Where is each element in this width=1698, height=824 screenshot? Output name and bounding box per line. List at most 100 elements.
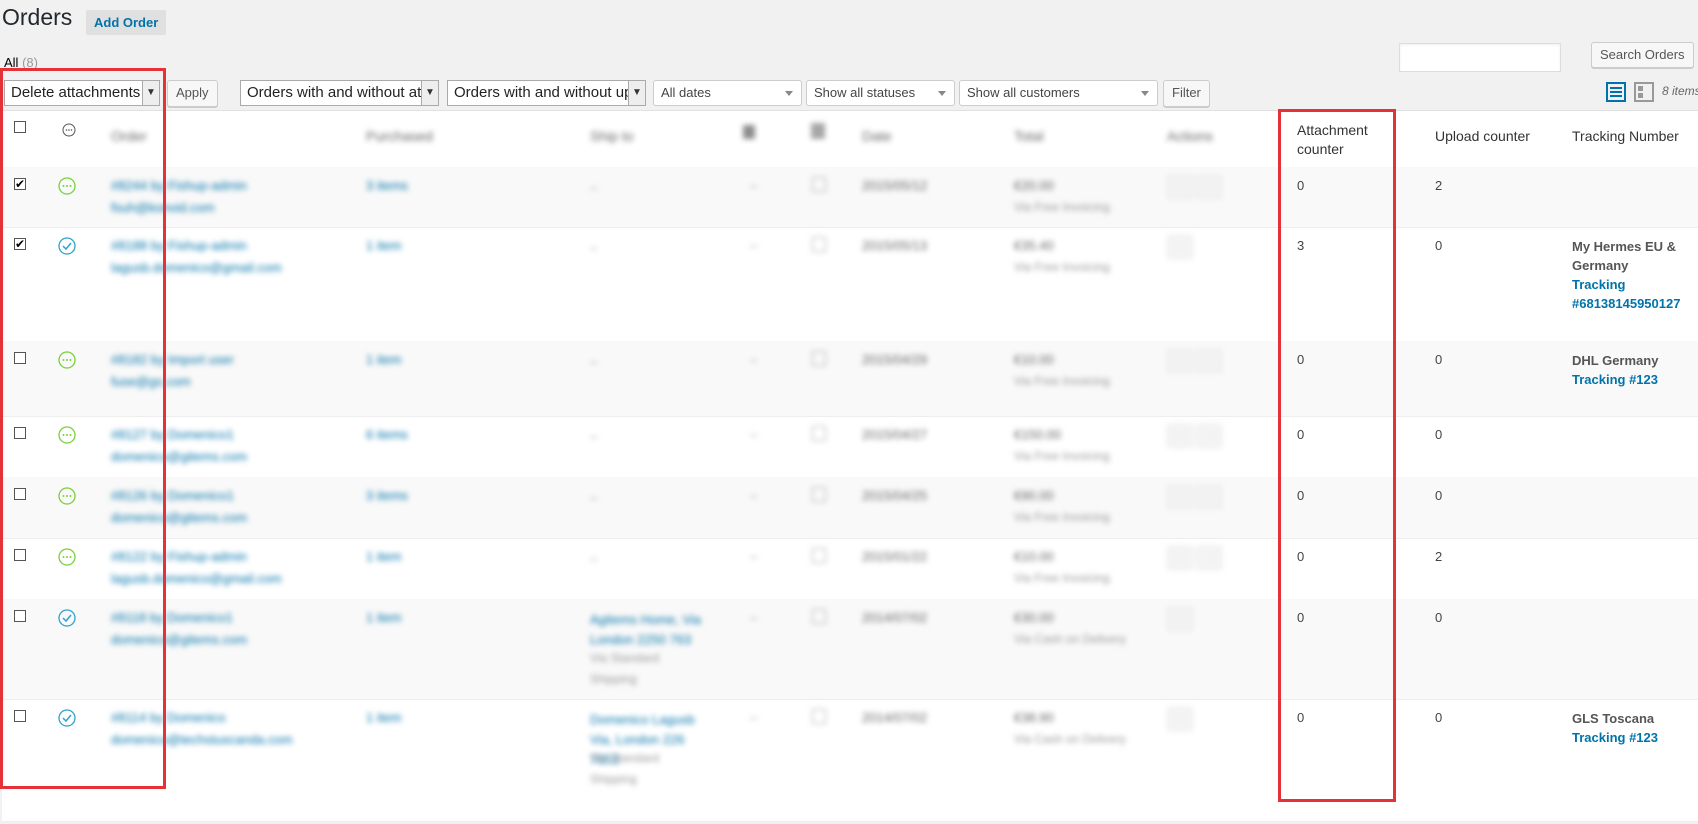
row-checkbox[interactable]: [14, 488, 26, 500]
order-link[interactable]: #8127 by Domenico1: [111, 427, 234, 442]
attachment-counter: 0: [1297, 427, 1305, 442]
ship-to-address: –: [590, 354, 598, 369]
filter-button[interactable]: Filter: [1163, 80, 1210, 107]
order-date: 2015/04/27: [862, 427, 928, 442]
order-link[interactable]: #8122 by Fishup-admin: [111, 549, 247, 564]
customer-message: –: [750, 178, 758, 193]
customer-email-link[interactable]: domenico@gitems.com: [111, 632, 247, 647]
complete-action-icon[interactable]: [1167, 175, 1193, 199]
purchased-items-link[interactable]: 3 items: [366, 488, 408, 503]
purchased-items-link[interactable]: 6 items: [366, 427, 408, 442]
purchased-items-link[interactable]: 1 item: [366, 610, 401, 625]
view-action-icon[interactable]: [1196, 175, 1222, 199]
column-ship-to[interactable]: Ship to: [590, 128, 634, 144]
customer-email-link[interactable]: domenico@gitems.com: [111, 510, 247, 525]
status-filter-value: Show all statuses: [814, 85, 916, 100]
view-action-icon[interactable]: [1196, 546, 1222, 570]
filter-all-link[interactable]: All (8): [4, 55, 38, 70]
attachments-filter-select[interactable]: Orders with and without at ▼: [240, 80, 439, 106]
row-checkbox[interactable]: [14, 427, 26, 439]
apply-button[interactable]: Apply: [167, 80, 218, 107]
row-checkbox[interactable]: [14, 352, 26, 364]
tracking-carrier: GLS Toscana: [1572, 711, 1655, 726]
order-actions[interactable]: [1167, 707, 1196, 734]
status-filter-select[interactable]: Show all statuses: [806, 80, 955, 106]
note-icon: [812, 709, 826, 724]
order-total: €30.00: [1014, 610, 1054, 625]
payment-method: Via Free Invoicing: [1014, 260, 1110, 274]
order-link[interactable]: #8188 by Fishup-admin: [111, 238, 247, 253]
complete-action-icon[interactable]: [1167, 707, 1193, 731]
select-all-checkbox[interactable]: [14, 121, 26, 133]
completed-status-icon: [58, 237, 76, 255]
row-checkbox[interactable]: [14, 549, 26, 561]
row-checkbox[interactable]: ✔: [14, 238, 26, 250]
column-total[interactable]: Total: [1014, 128, 1044, 144]
dates-filter-select[interactable]: All dates: [653, 80, 802, 106]
order-link[interactable]: #8118 by Domenico1: [111, 610, 233, 625]
view-action-icon[interactable]: [1196, 424, 1222, 448]
order-actions[interactable]: [1167, 175, 1225, 202]
order-link[interactable]: #8114 by Domenico: [111, 710, 226, 725]
purchased-items-link[interactable]: 1 item: [366, 238, 401, 253]
row-checkbox[interactable]: ✔: [14, 178, 26, 190]
view-action-icon[interactable]: [1196, 349, 1222, 373]
customer-email-link[interactable]: fsuh@konvid.com: [111, 200, 215, 215]
complete-action-icon[interactable]: [1167, 485, 1193, 509]
order-actions[interactable]: [1167, 485, 1225, 512]
attachment-counter: 0: [1297, 178, 1305, 193]
complete-action-icon[interactable]: [1167, 235, 1193, 259]
payment-method: Via Free Invoicing: [1014, 200, 1110, 214]
column-date[interactable]: Date: [862, 128, 892, 144]
order-actions[interactable]: [1167, 546, 1225, 573]
list-view-icon[interactable]: [1606, 82, 1626, 102]
customer-email-link[interactable]: lagusb.domenico@gmail.com: [111, 571, 282, 586]
customer-email-link[interactable]: fuse@gs.com: [111, 374, 191, 389]
add-order-button[interactable]: Add Order: [86, 10, 167, 35]
column-tracking-number: Tracking Number: [1572, 128, 1679, 144]
order-date: 2014/07/02: [862, 610, 928, 625]
order-link[interactable]: #8126 by Domenico1: [111, 488, 234, 503]
column-order[interactable]: Order: [111, 128, 147, 144]
order-link[interactable]: #8244 by Fishup-admin: [111, 178, 247, 193]
order-actions[interactable]: [1167, 349, 1225, 376]
customer-email-link[interactable]: domenico@gitems.com: [111, 449, 247, 464]
note-icon: [812, 487, 826, 502]
customer-email-link[interactable]: lagusb.domenico@gmail.com: [111, 260, 282, 275]
table-row: ✔ #8188 by Fishup-admin lagusb.domenico@…: [2, 227, 1698, 342]
tracking-link[interactable]: Tracking #68138145950127: [1572, 275, 1692, 313]
row-checkbox[interactable]: [14, 610, 26, 622]
order-actions[interactable]: [1167, 607, 1196, 634]
tracking-link[interactable]: Tracking #123: [1572, 370, 1692, 389]
order-actions[interactable]: [1167, 424, 1225, 451]
order-link[interactable]: #8182 by Import user: [111, 352, 234, 367]
customer-filter-select[interactable]: Show all customers: [959, 80, 1158, 106]
view-action-icon[interactable]: [1196, 485, 1222, 509]
upload-counter: 0: [1435, 710, 1443, 725]
row-checkbox[interactable]: [14, 710, 26, 722]
customer-email-link[interactable]: domenico@techstuscanda.com: [111, 732, 293, 747]
tracking-link[interactable]: Tracking #123: [1572, 728, 1692, 747]
excerpt-view-icon[interactable]: [1634, 82, 1654, 102]
note-icon: [812, 351, 826, 366]
column-purchased[interactable]: Purchased: [366, 128, 433, 144]
page-title: Orders: [2, 4, 73, 30]
pending-status-icon: [58, 177, 76, 195]
bulk-action-select[interactable]: Delete attachments ▼: [4, 80, 160, 106]
complete-action-icon[interactable]: [1167, 546, 1193, 570]
purchased-items-link[interactable]: 1 item: [366, 352, 401, 367]
complete-action-icon[interactable]: [1167, 424, 1193, 448]
uploads-filter-select[interactable]: Orders with and without up ▼: [447, 80, 646, 106]
tracking-carrier: My Hermes EU & Germany: [1572, 239, 1677, 273]
order-date: 2014/07/02: [862, 710, 928, 725]
purchased-items-link[interactable]: 3 items: [366, 178, 408, 193]
order-total: €20.00: [1014, 178, 1054, 193]
order-actions[interactable]: [1167, 235, 1196, 262]
purchased-items-link[interactable]: 1 item: [366, 710, 401, 725]
complete-action-icon[interactable]: [1167, 349, 1193, 373]
purchased-items-link[interactable]: 1 item: [366, 549, 401, 564]
search-input[interactable]: [1399, 43, 1561, 72]
customer-message: –: [750, 488, 758, 503]
search-orders-button[interactable]: Search Orders: [1591, 42, 1694, 68]
complete-action-icon[interactable]: [1167, 607, 1193, 631]
